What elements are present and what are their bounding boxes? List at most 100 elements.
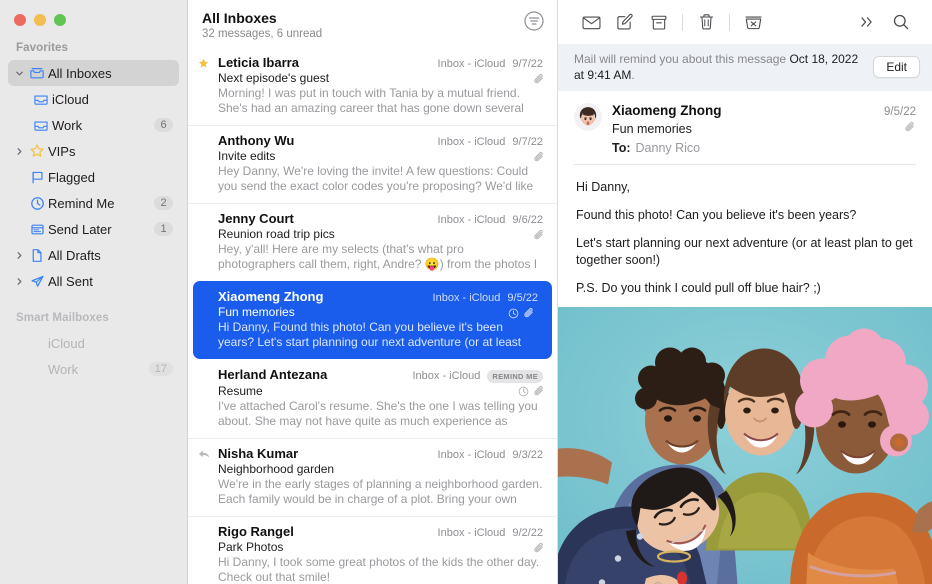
attachment-icon [534, 384, 545, 402]
message-paragraph: P.S. Do you think I could pull off blue … [576, 280, 914, 297]
recipient-label: To: [612, 141, 631, 155]
minimize-button[interactable] [34, 14, 46, 26]
trash-icon[interactable] [689, 8, 723, 36]
row-indicators [534, 541, 545, 559]
attachment-icon [524, 306, 535, 324]
filter-icon[interactable] [523, 10, 545, 32]
message-list-item-selected[interactable]: Xiaomeng Zhong Inbox - iCloud 9/5/22 Fun… [193, 281, 552, 359]
message-subject: Invite edits [218, 149, 543, 163]
inboxes-icon [26, 66, 48, 80]
sidebar-item-smart-work[interactable]: Work 17 [8, 356, 179, 382]
inbox-icon [30, 93, 52, 106]
mark-unread-icon[interactable] [574, 8, 608, 36]
archive-icon[interactable] [642, 8, 676, 36]
message-preview: Morning! I was put in touch with Tania b… [218, 86, 543, 116]
message-list-item[interactable]: Rigo Rangel Inbox - iCloud 9/2/22 Park P… [188, 516, 557, 584]
attachment-icon [534, 150, 545, 168]
sidebar-item-label: All Sent [48, 274, 179, 289]
message-list-item[interactable]: Leticia Ibarra Inbox - iCloud 9/7/22 Nex… [188, 48, 557, 125]
message-sender: Xiaomeng Zhong [612, 103, 884, 118]
mailbox-label: Inbox - iCloud [438, 58, 506, 70]
message-header-body: Xiaomeng Zhong 9/5/22 Fun memories To:Da… [612, 103, 916, 155]
replied-arrow-icon [198, 447, 210, 465]
toolbar-divider [682, 14, 683, 31]
sidebar-section-favorites: Favorites [0, 42, 187, 54]
sidebar-item-all-sent[interactable]: All Sent [8, 268, 179, 294]
message-paragraph: Found this photo! Can you believe it's b… [576, 207, 914, 224]
window-traffic-lights [0, 0, 187, 26]
edit-reminder-button[interactable]: Edit [873, 56, 920, 78]
sidebar-item-vips[interactable]: VIPs [8, 138, 179, 164]
attachment-icon [534, 228, 545, 246]
mailbox-label: Inbox - iCloud [438, 136, 506, 148]
sidebar-item-flagged[interactable]: Flagged [8, 164, 179, 190]
message-date: 9/7/22 [512, 136, 543, 148]
message-list-item[interactable]: Anthony Wu Inbox - iCloud 9/7/22 Invite … [188, 125, 557, 203]
search-icon[interactable] [884, 8, 918, 36]
reader-toolbar [558, 0, 932, 44]
attachment-icon [534, 541, 545, 559]
star-icon [26, 143, 48, 159]
mailbox-label: Inbox - iCloud [438, 449, 506, 461]
reminder-clock-icon [518, 384, 529, 402]
chevron-down-icon[interactable] [12, 69, 26, 78]
recipient-value[interactable]: Danny Rico [636, 141, 701, 155]
sidebar-item-smart-icloud[interactable]: iCloud [8, 330, 179, 356]
message-date: 9/3/22 [512, 449, 543, 461]
sendlater-icon [26, 222, 48, 237]
sidebar-item-label: Send Later [48, 222, 154, 237]
sidebar-item-label: iCloud [52, 92, 179, 107]
unread-badge: 17 [149, 362, 173, 376]
row-indicators [518, 384, 545, 402]
message-subject: Park Photos [218, 540, 543, 554]
sidebar-item-send-later[interactable]: Send Later 1 [8, 216, 179, 242]
reminder-clock-icon [508, 306, 519, 324]
more-icon[interactable] [850, 8, 884, 36]
message-preview: I've attached Carol's resume. She's the … [218, 399, 543, 429]
sender-name: Jenny Court [218, 211, 438, 226]
message-list-item[interactable]: Nisha Kumar Inbox - iCloud 9/3/22 Neighb… [188, 438, 557, 516]
sidebar-item-label: Work [48, 362, 149, 377]
reminder-banner: Mail will remind you about this message … [558, 44, 932, 91]
chevron-right-icon[interactable] [12, 277, 26, 286]
compose-icon[interactable] [608, 8, 642, 36]
sidebar-item-all-inboxes[interactable]: All Inboxes [8, 60, 179, 86]
message-list-item[interactable]: Herland Antezana Inbox - iCloud REMIND M… [188, 359, 557, 438]
attachment-icon [905, 120, 916, 138]
message-subject: Resume [218, 384, 543, 398]
sidebar-item-all-drafts[interactable]: All Drafts [8, 242, 179, 268]
avatar [574, 103, 602, 131]
sender-name: Rigo Rangel [218, 524, 438, 539]
chevron-right-icon[interactable] [12, 251, 26, 260]
paperplane-icon [26, 274, 48, 289]
row-indicators [534, 228, 545, 246]
message-subject: Next episode's guest [218, 71, 543, 85]
sidebar-item-icloud[interactable]: iCloud [8, 86, 179, 112]
message-list-pane: All Inboxes 32 messages, 6 unread Letici… [188, 0, 558, 584]
message-date: 9/6/22 [512, 214, 543, 226]
sidebar-item-remind-me[interactable]: Remind Me 2 [8, 190, 179, 216]
sidebar-item-label: Remind Me [48, 196, 154, 211]
close-button[interactable] [14, 14, 26, 26]
group-selfie-photo[interactable] [558, 307, 932, 584]
mailbox-label: Inbox - iCloud [438, 527, 506, 539]
row-indicators [508, 306, 535, 324]
mailbox-label: Inbox - iCloud [413, 370, 481, 382]
sidebar-item-work[interactable]: Work 6 [8, 112, 179, 138]
junk-icon[interactable] [736, 8, 770, 36]
sender-name: Leticia Ibarra [218, 55, 438, 70]
photo-illustration [558, 307, 932, 584]
message-preview: Hi Danny, I took some great photos of th… [218, 555, 543, 584]
inbox-icon [30, 119, 52, 132]
row-indicators [534, 72, 545, 90]
message-subject: Fun memories [218, 305, 538, 319]
zoom-button[interactable] [54, 14, 66, 26]
sender-name: Anthony Wu [218, 133, 438, 148]
message-preview: We're in the early stages of planning a … [218, 477, 543, 507]
document-icon [26, 248, 48, 263]
message-list-item[interactable]: Jenny Court Inbox - iCloud 9/6/22 Reunio… [188, 203, 557, 281]
toolbar-divider [729, 14, 730, 31]
chevron-right-icon[interactable] [12, 147, 26, 156]
sidebar-item-label: All Drafts [48, 248, 179, 263]
message-date: 9/2/22 [512, 527, 543, 539]
